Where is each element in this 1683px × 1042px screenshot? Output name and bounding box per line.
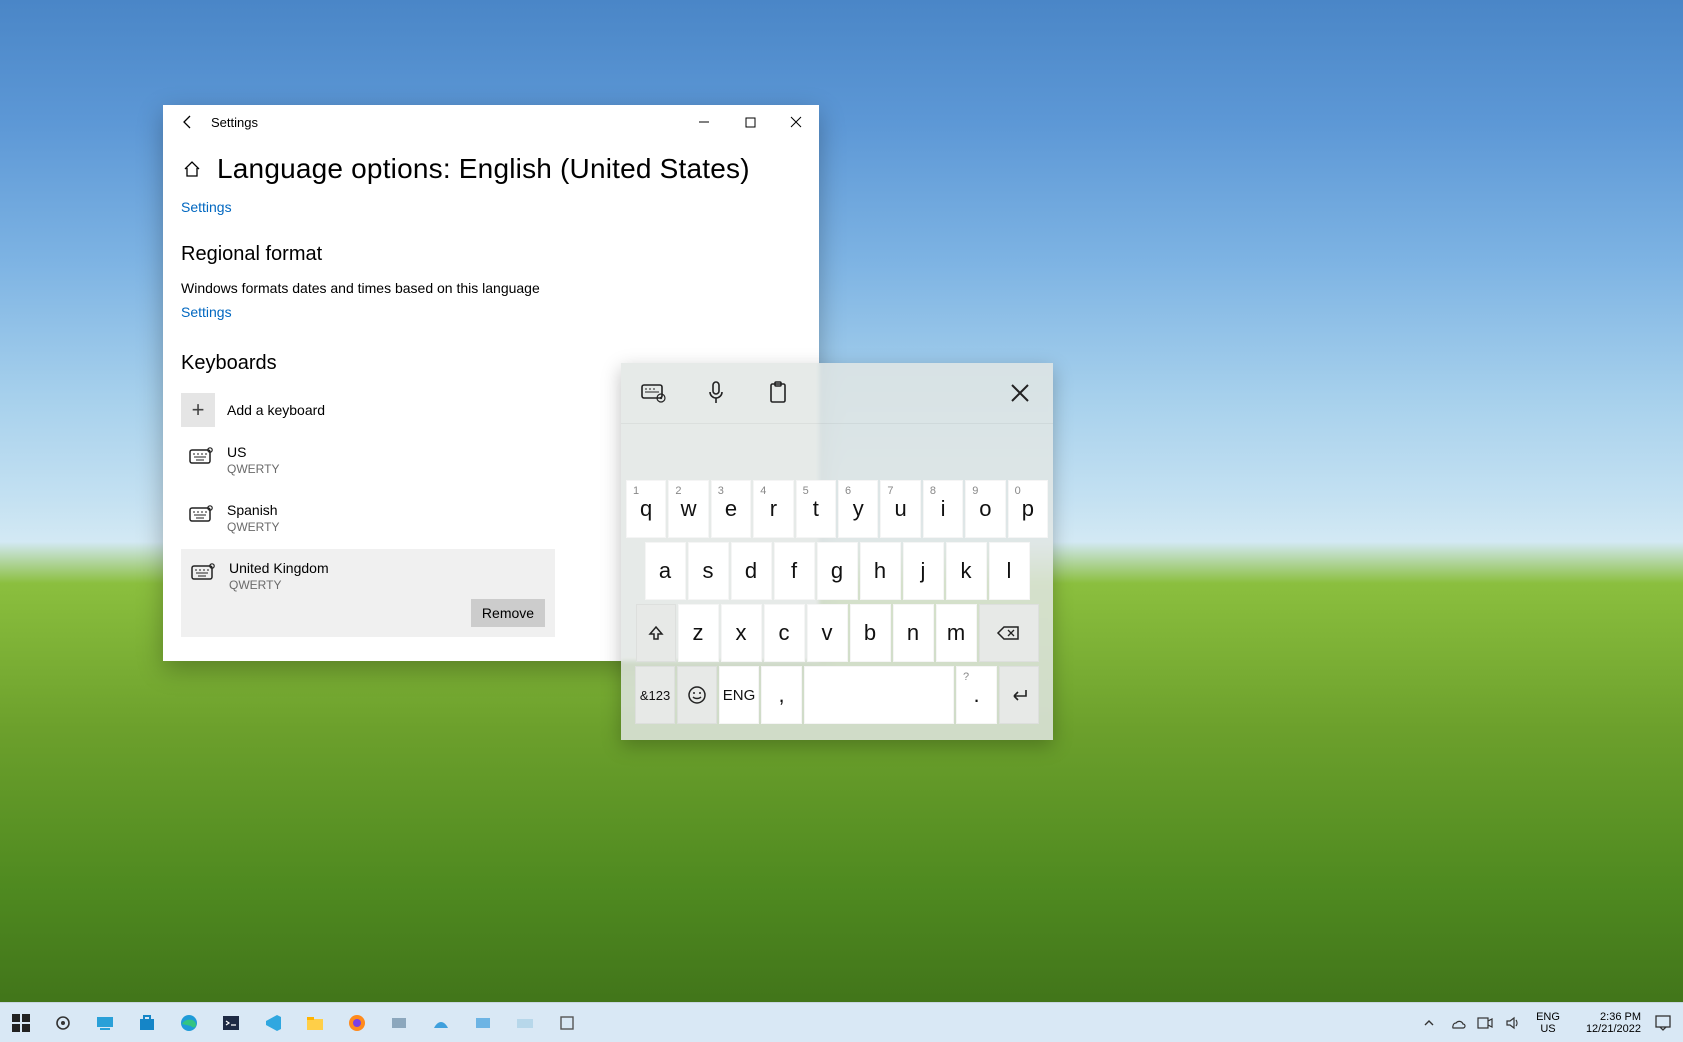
edge-icon[interactable] [168, 1003, 210, 1042]
clipboard-icon[interactable] [765, 380, 791, 406]
key-f[interactable]: f [774, 542, 815, 600]
language-top: ENG [1531, 1011, 1565, 1023]
app-icon-5[interactable] [546, 1003, 588, 1042]
key-h[interactable]: h [860, 542, 901, 600]
app-icon-4[interactable] [504, 1003, 546, 1042]
keyboard-settings-icon[interactable] [641, 380, 667, 406]
keyboard-icon [187, 503, 215, 525]
app-icon-2[interactable] [420, 1003, 462, 1042]
symbols-key[interactable]: &123 [635, 666, 675, 724]
regional-settings-link[interactable]: Settings [181, 304, 232, 320]
key-r[interactable]: r4 [753, 480, 793, 538]
tray-chevron-icon[interactable] [1419, 1013, 1439, 1033]
language-key[interactable]: ENG [719, 666, 759, 724]
keyboard-name: United Kingdom [229, 559, 329, 577]
period-key[interactable]: .? [956, 666, 997, 724]
remove-button[interactable]: Remove [471, 599, 545, 627]
key-y[interactable]: y6 [838, 480, 878, 538]
language-indicator[interactable]: ENG US [1531, 1011, 1565, 1035]
firefox-icon[interactable] [336, 1003, 378, 1042]
key-o[interactable]: o9 [965, 480, 1005, 538]
home-icon[interactable] [181, 158, 203, 180]
minimize-button[interactable] [681, 105, 727, 139]
keyboard-layout: QWERTY [227, 461, 279, 477]
tray-cloud-icon[interactable] [1447, 1013, 1467, 1033]
key-a[interactable]: a [645, 542, 686, 600]
key-n[interactable]: n [893, 604, 934, 662]
key-s[interactable]: s [688, 542, 729, 600]
key-p[interactable]: p0 [1008, 480, 1048, 538]
keyboard-item[interactable]: United KingdomQWERTY Remove [181, 549, 555, 637]
microphone-icon[interactable] [703, 380, 729, 406]
add-keyboard-label: Add a keyboard [227, 402, 325, 418]
vscode-icon[interactable] [252, 1003, 294, 1042]
terminal-icon[interactable] [210, 1003, 252, 1042]
key-i[interactable]: i8 [923, 480, 963, 538]
tray-meet-icon[interactable] [1475, 1013, 1495, 1033]
action-center-icon[interactable] [1649, 1003, 1677, 1042]
clock[interactable]: 2:36 PM 12/21/2022 [1573, 1011, 1641, 1035]
app-icon-3[interactable] [462, 1003, 504, 1042]
key-q[interactable]: q1 [626, 480, 666, 538]
key-b[interactable]: b [850, 604, 891, 662]
key-u[interactable]: u7 [880, 480, 920, 538]
key-c[interactable]: c [764, 604, 805, 662]
regional-format-heading: Regional format [181, 243, 801, 266]
clock-date: 12/21/2022 [1573, 1023, 1641, 1035]
key-e[interactable]: e3 [711, 480, 751, 538]
taskbar: ENG US 2:36 PM 12/21/2022 [0, 1002, 1683, 1042]
settings-taskbar-icon[interactable] [42, 1003, 84, 1042]
window-title: Settings [211, 115, 258, 130]
key-x[interactable]: x [721, 604, 762, 662]
comma-key[interactable]: , [761, 666, 802, 724]
key-w[interactable]: w2 [668, 480, 708, 538]
key-v[interactable]: v [807, 604, 848, 662]
back-button[interactable] [171, 105, 205, 139]
keyboard-icon [187, 445, 215, 467]
file-explorer-icon[interactable] [294, 1003, 336, 1042]
settings-link[interactable]: Settings [181, 199, 232, 215]
regional-format-desc: Windows formats dates and times based on… [181, 280, 801, 296]
maximize-button[interactable] [727, 105, 773, 139]
keyboard-name: US [227, 443, 279, 461]
key-k[interactable]: k [946, 542, 987, 600]
keyboard-name: Spanish [227, 501, 279, 519]
key-g[interactable]: g [817, 542, 858, 600]
emoji-key[interactable] [677, 666, 717, 724]
task-view-icon[interactable] [84, 1003, 126, 1042]
key-l[interactable]: l [989, 542, 1030, 600]
plus-icon: + [181, 393, 215, 427]
titlebar: Settings [163, 105, 819, 139]
on-screen-keyboard: q1w2e3r4t5y6u7i8o9p0 asdfghjkl zxcvbnm &… [621, 363, 1053, 740]
store-icon[interactable] [126, 1003, 168, 1042]
space-key[interactable] [804, 666, 954, 724]
keyboard-layout: QWERTY [229, 577, 329, 593]
backspace-key[interactable] [979, 604, 1039, 662]
key-m[interactable]: m [936, 604, 977, 662]
key-z[interactable]: z [678, 604, 719, 662]
language-bottom: US [1531, 1023, 1565, 1035]
keyboard-close-button[interactable] [1007, 380, 1033, 406]
key-j[interactable]: j [903, 542, 944, 600]
close-button[interactable] [773, 105, 819, 139]
clock-time: 2:36 PM [1573, 1011, 1641, 1023]
page-title: Language options: English (United States… [217, 153, 750, 185]
key-d[interactable]: d [731, 542, 772, 600]
start-button[interactable] [0, 1003, 42, 1042]
keyboard-layout: QWERTY [227, 519, 279, 535]
app-icon-1[interactable] [378, 1003, 420, 1042]
shift-key[interactable] [636, 604, 676, 662]
enter-key[interactable] [999, 666, 1039, 724]
keyboard-icon [189, 561, 217, 583]
tray-volume-icon[interactable] [1503, 1013, 1523, 1033]
key-t[interactable]: t5 [796, 480, 836, 538]
